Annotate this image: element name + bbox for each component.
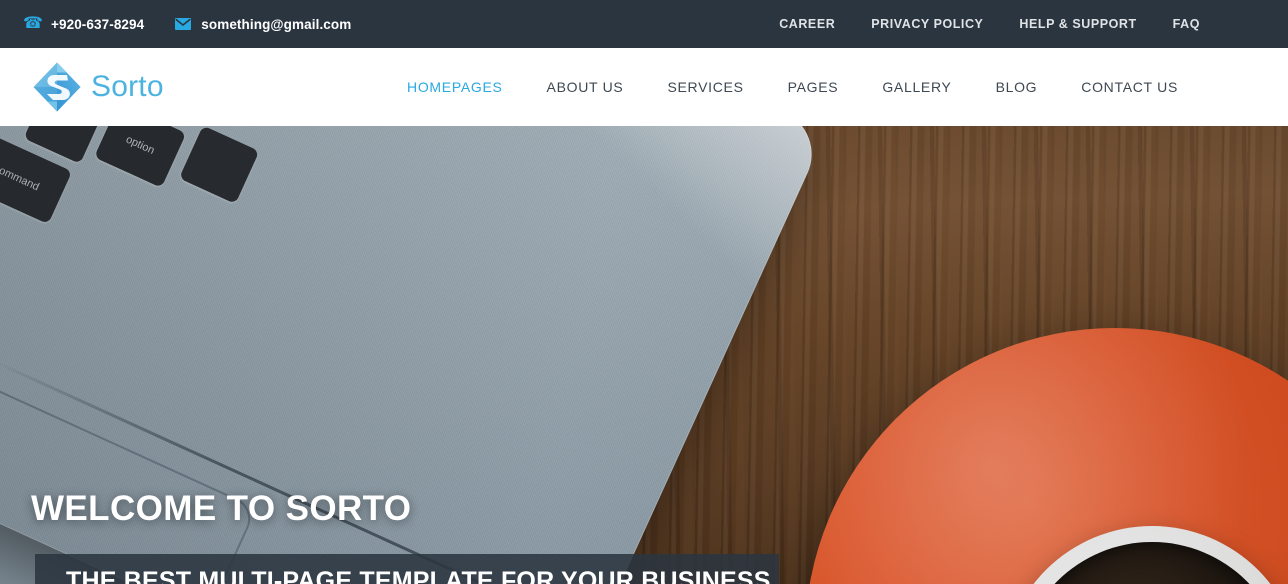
hero-subtitle-banner: THE BEST MULTI-PAGE TEMPLATE FOR YOUR BU…: [35, 554, 779, 584]
nav-item-services[interactable]: SERVICES: [645, 79, 765, 95]
nav-item-blog[interactable]: BLOG: [974, 79, 1060, 95]
phone-number: +920-637-8294: [51, 16, 145, 32]
topbar-links: CAREER PRIVACY POLICY HELP & SUPPORT FAQ: [779, 17, 1200, 31]
main-navigation: HOMEPAGES ABOUT US SERVICES PAGES GALLER…: [385, 79, 1200, 95]
contact-phone[interactable]: ☎ +920-637-8294: [23, 15, 145, 32]
hero-section: option command WELCOME TO SORTO THE BEST…: [0, 126, 1288, 584]
contact-email[interactable]: something@gmail.com: [174, 16, 351, 32]
hero-subtitle: THE BEST MULTI-PAGE TEMPLATE FOR YOUR BU…: [66, 566, 771, 584]
hero-copy: WELCOME TO SORTO THE BEST MULTI-PAGE TEM…: [0, 126, 1288, 584]
nav-item-homepages[interactable]: HOMEPAGES: [385, 79, 525, 95]
toplink-privacy-policy[interactable]: PRIVACY POLICY: [871, 17, 983, 31]
toplink-career[interactable]: CAREER: [779, 17, 835, 31]
nav-item-contact-us[interactable]: CONTACT US: [1059, 79, 1200, 95]
site-header: Sorto HOMEPAGES ABOUT US SERVICES PAGES …: [0, 48, 1288, 126]
toplink-faq[interactable]: FAQ: [1173, 17, 1200, 31]
topbar-contact-group: ☎ +920-637-8294 something@gmail.com: [23, 15, 351, 32]
phone-icon: ☎: [23, 15, 43, 32]
brand-name: Sorto: [91, 70, 164, 103]
nav-item-gallery[interactable]: GALLERY: [860, 79, 973, 95]
nav-item-pages[interactable]: PAGES: [766, 79, 861, 95]
hero-title: WELCOME TO SORTO: [31, 489, 412, 528]
email-address: something@gmail.com: [201, 16, 352, 32]
brand-logo-link[interactable]: Sorto: [32, 61, 164, 113]
nav-item-about-us[interactable]: ABOUT US: [525, 79, 646, 95]
sorto-diamond-logo-icon: [32, 61, 82, 113]
top-utility-bar: ☎ +920-637-8294 something@gmail.com CARE…: [0, 0, 1288, 48]
toplink-help-support[interactable]: HELP & SUPPORT: [1019, 17, 1136, 31]
envelope-icon: [174, 16, 192, 32]
